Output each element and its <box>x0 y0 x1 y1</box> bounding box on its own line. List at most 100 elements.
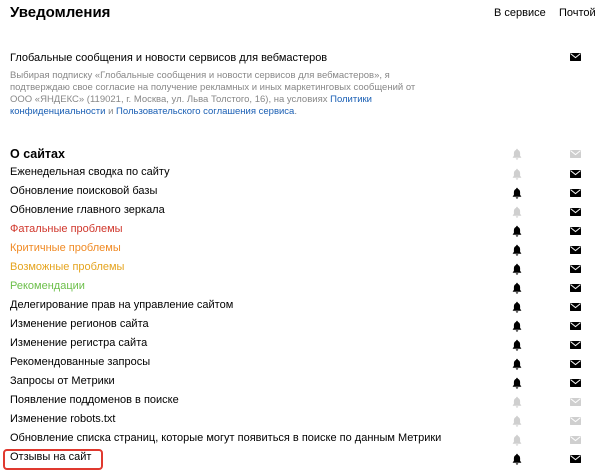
notification-row-label: Изменение robots.txt <box>10 413 116 425</box>
notification-row-label: Запросы от Метрики <box>10 375 115 387</box>
notification-row-label: Появление поддоменов в поиске <box>10 394 179 406</box>
global-messages-title: Глобальные сообщения и новости сервисов … <box>10 52 328 64</box>
notification-row-label: Еженедельная сводка по сайту <box>10 166 170 178</box>
section-bell-toggle[interactable] <box>512 148 522 160</box>
bell-icon <box>512 339 522 351</box>
bell-toggle[interactable] <box>512 244 522 256</box>
bell-toggle[interactable] <box>512 225 522 237</box>
highlight-box <box>3 449 103 470</box>
bell-toggle[interactable] <box>512 301 522 313</box>
bell-icon <box>512 377 522 389</box>
notification-row-label: Изменение регионов сайта <box>10 318 149 330</box>
mail-toggle[interactable] <box>570 379 581 387</box>
envelope-icon <box>570 208 581 216</box>
consent-text-end: . <box>294 106 297 117</box>
envelope-icon <box>570 284 581 292</box>
section-mail-toggle[interactable] <box>570 150 581 158</box>
notification-row: Фатальные проблемы <box>0 220 600 239</box>
bell-toggle[interactable] <box>512 358 522 370</box>
bell-toggle[interactable] <box>512 206 522 218</box>
bell-icon <box>512 453 522 465</box>
mail-toggle[interactable] <box>570 417 581 425</box>
envelope-icon <box>570 341 581 349</box>
bell-icon <box>512 263 522 275</box>
global-messages-mail-toggle[interactable] <box>570 53 581 61</box>
bell-icon <box>512 148 522 160</box>
notification-row-label: Обновление поисковой базы <box>10 185 158 197</box>
mail-toggle[interactable] <box>570 265 581 273</box>
bell-toggle[interactable] <box>512 396 522 408</box>
bell-toggle[interactable] <box>512 320 522 332</box>
notification-row-label: Изменение регистра сайта <box>10 337 148 349</box>
bell-icon <box>512 187 522 199</box>
notification-row-label: Рекомендации <box>10 280 85 292</box>
notification-row: Запросы от Метрики <box>0 372 600 391</box>
bell-toggle[interactable] <box>512 339 522 351</box>
section-title-about-sites: О сайтах <box>10 147 65 161</box>
bell-toggle[interactable] <box>512 434 522 446</box>
mail-toggle[interactable] <box>570 284 581 292</box>
notification-list: Еженедельная сводка по сайту Обновление п… <box>0 163 600 467</box>
notification-row-label: Обновление списка страниц, которые могут… <box>10 432 442 444</box>
notification-row-label: Критичные проблемы <box>10 242 121 254</box>
envelope-icon <box>570 455 581 463</box>
column-header-by-mail: Почтой <box>559 7 596 19</box>
notification-row: Делегирование прав на управление сайтом <box>0 296 600 315</box>
bell-toggle[interactable] <box>512 377 522 389</box>
mail-toggle[interactable] <box>570 170 581 178</box>
envelope-icon <box>570 170 581 178</box>
bell-icon <box>512 225 522 237</box>
notifications-header: Уведомления В сервисе Почтой <box>10 4 600 24</box>
mail-toggle[interactable] <box>570 322 581 330</box>
envelope-icon <box>570 265 581 273</box>
notification-row: Еженедельная сводка по сайту <box>0 163 600 182</box>
mail-toggle[interactable] <box>570 303 581 311</box>
envelope-icon <box>570 379 581 387</box>
envelope-icon <box>570 322 581 330</box>
bell-toggle[interactable] <box>512 187 522 199</box>
notification-row: Изменение robots.txt <box>0 410 600 429</box>
page-title: Уведомления <box>10 4 111 21</box>
mail-toggle[interactable] <box>570 360 581 368</box>
bell-icon <box>512 282 522 294</box>
bell-icon <box>512 434 522 446</box>
consent-text-and: и <box>105 106 117 117</box>
mail-toggle[interactable] <box>570 455 581 463</box>
notification-row-label: Делегирование прав на управление сайтом <box>10 299 234 311</box>
bell-toggle[interactable] <box>512 263 522 275</box>
bell-toggle[interactable] <box>512 282 522 294</box>
envelope-icon <box>570 436 581 444</box>
notification-row: Изменение регионов сайта <box>0 315 600 334</box>
user-agreement-link[interactable]: Пользовательского соглашения сервиса <box>116 106 294 117</box>
bell-toggle[interactable] <box>512 415 522 427</box>
mail-toggle[interactable] <box>570 398 581 406</box>
mail-toggle[interactable] <box>570 341 581 349</box>
envelope-icon <box>570 398 581 406</box>
bell-icon <box>512 358 522 370</box>
mail-toggle[interactable] <box>570 189 581 197</box>
notification-row: Изменение регистра сайта <box>0 334 600 353</box>
notification-row: Обновление главного зеркала <box>0 201 600 220</box>
notification-row: Обновление списка страниц, которые могут… <box>0 429 600 448</box>
notification-row-label: Обновление главного зеркала <box>10 204 165 216</box>
column-header-in-service: В сервисе <box>494 7 546 19</box>
mail-toggle[interactable] <box>570 246 581 254</box>
bell-icon <box>512 244 522 256</box>
mail-toggle[interactable] <box>570 227 581 235</box>
mail-toggle[interactable] <box>570 208 581 216</box>
notification-row: Рекомендованные запросы <box>0 353 600 372</box>
notification-row: Рекомендации <box>0 277 600 296</box>
bell-toggle[interactable] <box>512 168 522 180</box>
notification-row: Критичные проблемы <box>0 239 600 258</box>
mail-toggle[interactable] <box>570 436 581 444</box>
notification-row: Обновление поисковой базы <box>0 182 600 201</box>
envelope-icon <box>570 246 581 254</box>
bell-icon <box>512 206 522 218</box>
notification-row: Появление поддоменов в поиске <box>0 391 600 410</box>
notification-row-label: Рекомендованные запросы <box>10 356 151 368</box>
notification-row-label: Возможные проблемы <box>10 261 125 273</box>
bell-icon <box>512 320 522 332</box>
envelope-icon <box>570 417 581 425</box>
bell-toggle[interactable] <box>512 453 522 465</box>
envelope-icon <box>570 53 581 61</box>
